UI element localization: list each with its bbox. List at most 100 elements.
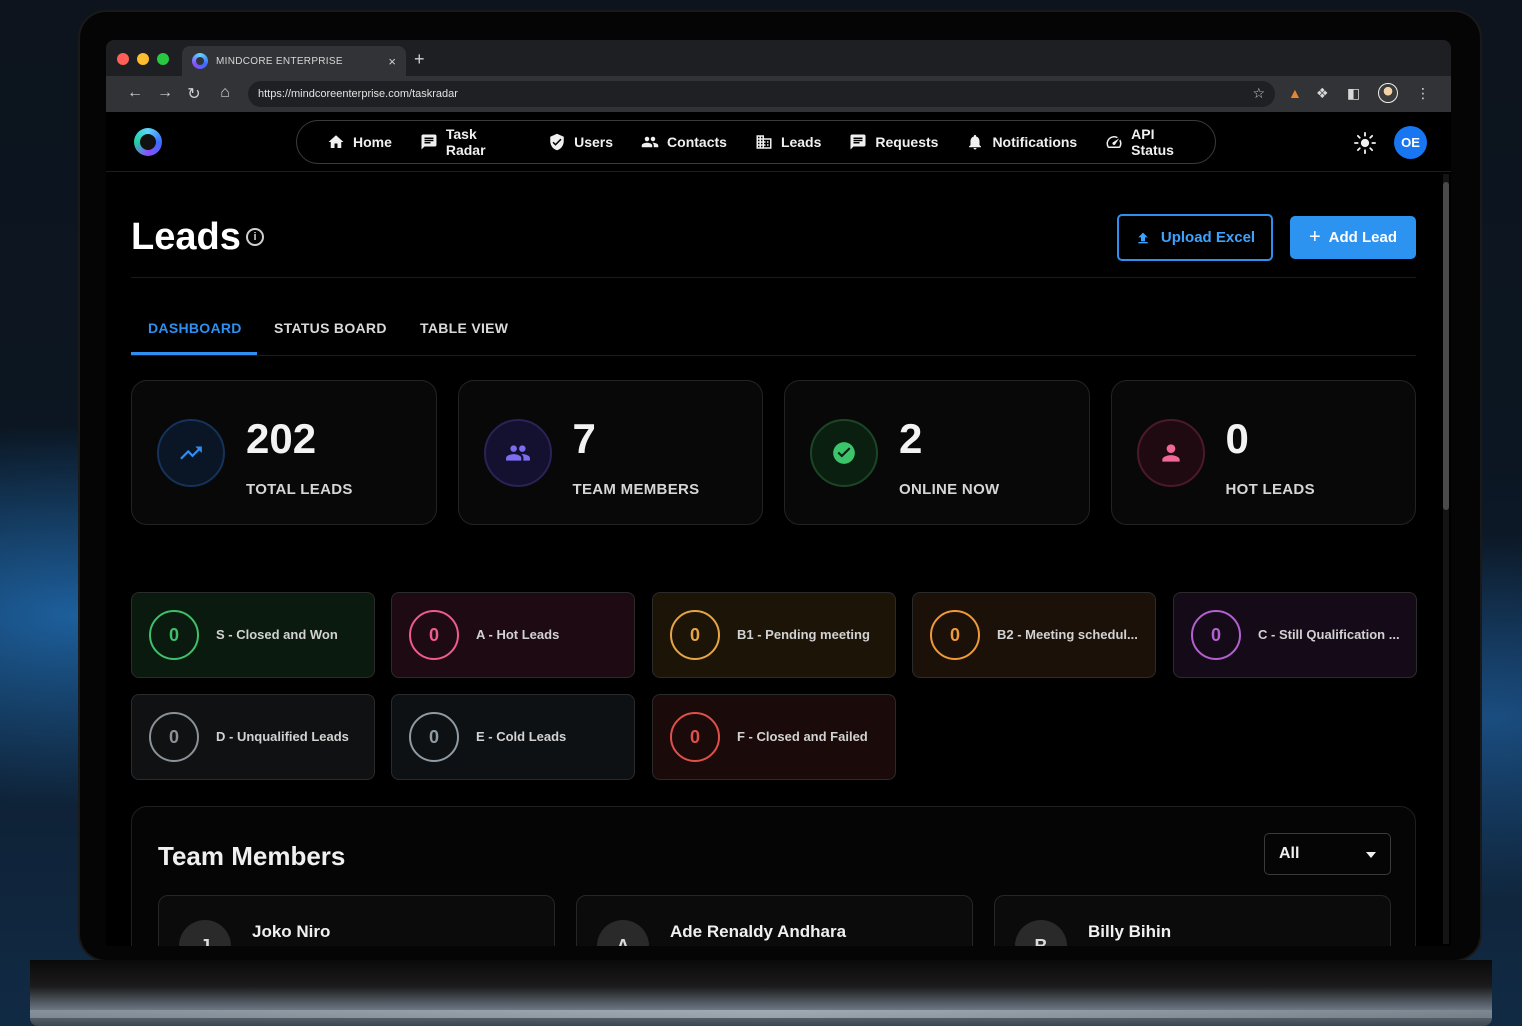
nav-label: Requests	[875, 134, 939, 150]
tab-title: MINDCORE ENTERPRISE	[216, 55, 343, 67]
member-card[interactable]: J Joko Niro	[158, 895, 555, 946]
home-icon	[328, 135, 344, 148]
forward-arrow-icon[interactable]: →	[155, 84, 175, 102]
stat-label: HOT LEADS	[1225, 481, 1315, 498]
tab-table-view[interactable]: TABLE VIEW	[420, 320, 508, 336]
address-bar[interactable]: https://mindcoreenterprise.com/taskradar…	[248, 81, 1275, 107]
bookmark-star-icon[interactable]: ☆	[1252, 85, 1265, 102]
page-scrollbar[interactable]	[1443, 174, 1449, 944]
member-card[interactable]: B Billy Bihin	[994, 895, 1391, 946]
status-label: C - Still Qualification ...	[1258, 627, 1400, 642]
status-card[interactable]: 0 C - Still Qualification ...	[1173, 592, 1417, 678]
status-count-badge: 0	[409, 610, 459, 660]
stat-label: TEAM MEMBERS	[572, 481, 700, 498]
team-section-title: Team Members	[158, 841, 346, 871]
tab-dashboard[interactable]: DASHBOARD	[148, 320, 242, 336]
add-lead-label: Add Lead	[1328, 229, 1398, 246]
browser-profile-avatar[interactable]	[1378, 83, 1398, 103]
page-title: Leads	[131, 216, 241, 258]
status-count-badge: 0	[409, 712, 459, 762]
member-name: Joko Niro	[252, 922, 331, 941]
avatar: A	[597, 920, 649, 946]
minimize-window-button[interactable]	[137, 53, 149, 65]
status-count-badge: 0	[1191, 610, 1241, 660]
new-tab-button[interactable]: +	[414, 49, 425, 70]
stat-card-team-members: 7 TEAM MEMBERS	[457, 380, 763, 525]
sun-icon[interactable]	[1354, 132, 1376, 154]
nav-item-leads[interactable]: Leads	[741, 121, 835, 163]
nav-item-notifications[interactable]: Notifications	[952, 121, 1091, 163]
stat-value: 7	[572, 415, 596, 462]
status-card[interactable]: 0 B1 - Pending meeting	[652, 592, 896, 678]
status-card[interactable]: 0 B2 - Meeting schedul...	[912, 592, 1156, 678]
nav-item-task-radar[interactable]: Task Radar	[406, 121, 534, 163]
app-logo[interactable]	[134, 128, 162, 156]
reload-icon[interactable]: ↻	[184, 84, 204, 104]
add-lead-button[interactable]: + Add Lead	[1290, 216, 1416, 259]
shield-check-icon	[550, 133, 564, 151]
status-label: S - Closed and Won	[216, 627, 338, 642]
browser-tab[interactable]: MINDCORE ENTERPRISE ×	[182, 46, 406, 76]
status-count-badge: 0	[930, 610, 980, 660]
check-circle-icon	[810, 419, 878, 487]
avatar: B	[1015, 920, 1067, 946]
nav-label: Task Radar	[445, 126, 486, 158]
tab-status-board[interactable]: STATUS BOARD	[274, 320, 387, 336]
chat-icon	[421, 134, 437, 150]
app-header: Home Task Radar Users Contacts Leads Req…	[106, 112, 1451, 172]
stat-card-total-leads: 202 TOTAL LEADS	[131, 380, 437, 525]
active-tab-indicator	[131, 352, 257, 355]
status-label: E - Cold Leads	[476, 729, 567, 744]
status-label: F - Closed and Failed	[737, 729, 868, 744]
back-arrow-icon[interactable]: ←	[125, 84, 145, 102]
status-card[interactable]: 0 E - Cold Leads	[391, 694, 635, 780]
member-name: Billy Bihin	[1088, 922, 1172, 941]
bell-icon	[969, 134, 982, 150]
member-name: Ade Renaldy Andhara	[670, 922, 847, 941]
team-filter-select[interactable]: All	[1264, 833, 1391, 875]
browser-tabbar: MINDCORE ENTERPRISE × +	[106, 40, 1451, 76]
tab-close-icon[interactable]: ×	[388, 54, 396, 69]
team-members-panel: Team Members All J Joko Niro A Ade Renal…	[131, 806, 1416, 946]
nav-item-api-status[interactable]: API Status	[1091, 121, 1215, 163]
browser-toolbar: ← → ↻ ⌂ https://mindcoreenterprise.com/t…	[106, 76, 1451, 112]
status-card[interactable]: 0 D - Unqualified Leads	[131, 694, 375, 780]
nav-label: Home	[353, 134, 392, 150]
nav-item-users[interactable]: Users	[534, 121, 627, 163]
home-browser-icon[interactable]: ⌂	[215, 84, 235, 102]
scrollbar-thumb[interactable]	[1443, 182, 1449, 510]
status-label: B1 - Pending meeting	[737, 627, 870, 642]
upload-excel-button[interactable]: Upload Excel	[1117, 214, 1273, 261]
maximize-window-button[interactable]	[157, 53, 169, 65]
close-window-button[interactable]	[117, 53, 129, 65]
side-panel-icon[interactable]: ◧	[1347, 85, 1360, 102]
nav-label: Contacts	[667, 134, 727, 150]
team-filter-value: All	[1279, 845, 1300, 862]
nav-item-requests[interactable]: Requests	[835, 121, 952, 163]
browser-window: MINDCORE ENTERPRISE × + ← → ↻ ⌂ https://…	[106, 40, 1451, 946]
status-card[interactable]: 0 S - Closed and Won	[131, 592, 375, 678]
status-card[interactable]: 0 F - Closed and Failed	[652, 694, 896, 780]
user-avatar-button[interactable]: OE	[1394, 126, 1427, 159]
status-card[interactable]: 0 A - Hot Leads	[391, 592, 635, 678]
metamask-extension-icon[interactable]: ▲	[1288, 85, 1302, 101]
member-card[interactable]: A Ade Renaldy Andhara	[576, 895, 973, 946]
browser-menu-icon[interactable]: ⋮	[1416, 85, 1430, 102]
laptop-base	[30, 960, 1492, 1026]
status-count-badge: 0	[149, 610, 199, 660]
stats-row: 202 TOTAL LEADS 7 TEAM MEMBERS 2 ONLINE …	[131, 380, 1416, 525]
url-text: https://mindcoreenterprise.com/taskradar	[258, 88, 458, 100]
trending-up-icon	[157, 419, 225, 487]
stat-value: 0	[1225, 415, 1249, 462]
nav-item-contacts[interactable]: Contacts	[627, 121, 741, 163]
speedometer-icon	[1106, 136, 1122, 148]
extensions-puzzle-icon[interactable]: ❖	[1316, 85, 1329, 102]
upload-label: Upload Excel	[1160, 229, 1256, 246]
info-icon[interactable]: i	[246, 228, 264, 246]
stat-card-hot-leads: 0 HOT LEADS	[1110, 380, 1416, 525]
nav-item-home[interactable]: Home	[313, 121, 406, 163]
status-count-badge: 0	[670, 712, 720, 762]
favicon-icon	[192, 53, 208, 69]
status-count-badge: 0	[670, 610, 720, 660]
main-nav: Home Task Radar Users Contacts Leads Req…	[296, 120, 1216, 164]
